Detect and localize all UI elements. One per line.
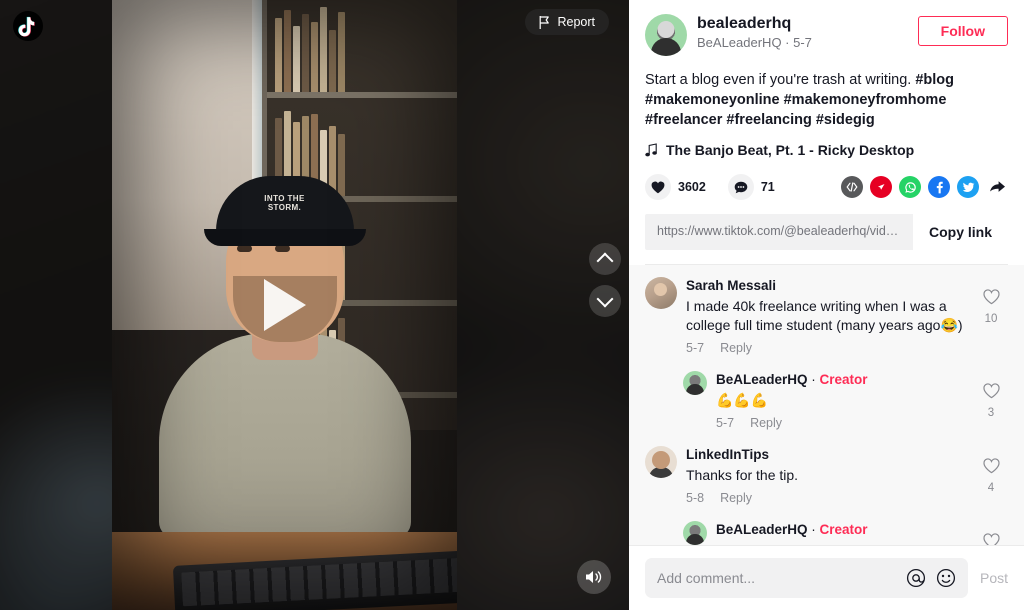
comment-text: 💪💪💪 (716, 392, 769, 408)
reply-button[interactable]: Reply (720, 491, 752, 505)
heart-outline-icon (982, 289, 1000, 305)
post-comment-button[interactable]: Post (980, 570, 1008, 586)
comment-like-count: 3 (987, 407, 995, 419)
reply-button[interactable]: Reply (750, 416, 782, 430)
commenter-avatar[interactable] (645, 446, 677, 478)
author-avatar[interactable] (645, 14, 687, 56)
commenter-avatar[interactable] (645, 277, 677, 309)
avatar-head-shape (657, 21, 675, 38)
twitter-icon[interactable] (957, 176, 979, 198)
comment-stat[interactable]: 71 (727, 174, 775, 200)
comment-item: BeALeaderHQ · Creator 💪💪💪 5-7 Reply 3 (683, 371, 1008, 430)
author-meta: bealeaderhq BeALeaderHQ · 5-7 (697, 14, 910, 51)
commenter-name[interactable]: BeALeaderHQ · Creator (716, 371, 974, 389)
avatar-body-shape (651, 38, 681, 56)
heart-outline-icon (982, 383, 1000, 399)
tiktok-logo-icon[interactable] (12, 10, 44, 42)
creator-badge: Creator (819, 522, 868, 537)
commenter-name-text: BeALeaderHQ (716, 372, 808, 387)
info-pane: bealeaderhq BeALeaderHQ · 5-7 Follow Sta… (629, 0, 1024, 610)
commenter-name[interactable]: LinkedInTips (686, 446, 974, 464)
video-navigation-arrows (589, 243, 621, 317)
comment-like-button[interactable]: 4 (974, 446, 1008, 505)
emoji-icon[interactable] (936, 568, 956, 588)
report-button[interactable]: Report (525, 9, 609, 35)
engagement-bar: 3602 71 (645, 174, 1008, 200)
commenter-name[interactable]: Sarah Messali (686, 277, 974, 295)
commenter-name[interactable]: BeALeaderHQ · Creator (716, 521, 974, 539)
commenter-avatar[interactable] (683, 371, 707, 395)
comment-bubble-icon (727, 174, 754, 200)
comment-meta: 5-7 Reply (716, 416, 974, 430)
comment-like-button[interactable]: 1 (974, 521, 1008, 545)
caption-text: Start a blog even if you're trash at wri… (645, 72, 916, 88)
comment-meta: 5-8 Reply (686, 491, 974, 505)
video-pane: INTO THE STORM. TikTok @bealeaderhq (0, 0, 629, 610)
embed-icon[interactable] (841, 176, 863, 198)
comment-item: Sarah Messali I made 40k freelance writi… (645, 277, 1008, 355)
speaker-icon (586, 571, 602, 583)
comment-input-placeholder[interactable]: Add comment... (657, 570, 896, 586)
comments-list[interactable]: Sarah Messali I made 40k freelance writi… (629, 265, 1024, 545)
comment-like-button[interactable]: 10 (974, 277, 1008, 355)
reply-button[interactable]: Reply (720, 341, 752, 355)
flag-icon (540, 15, 550, 29)
video-link-row: https://www.tiktok.com/@bealeaderhq/vide… (645, 214, 1008, 250)
comment-text: Thanks for the tip. (686, 467, 799, 483)
volume-button[interactable] (577, 560, 611, 594)
comment-date: 5-7 (686, 341, 705, 355)
music-note-icon (645, 143, 657, 157)
commenter-avatar[interactable] (683, 521, 707, 545)
share-arrow-icon[interactable] (986, 176, 1008, 198)
author-row: bealeaderhq BeALeaderHQ · 5-7 Follow (645, 14, 1008, 56)
comment-item: LinkedInTips Thanks for the tip. 5-8 Rep… (645, 446, 1008, 505)
next-video-button[interactable] (589, 285, 621, 317)
tiktok-video-page: INTO THE STORM. TikTok @bealeaderhq (0, 0, 1024, 610)
report-label: Report (557, 15, 595, 29)
at-mention-icon[interactable] (906, 568, 926, 588)
comment-like-count: 10 (984, 313, 998, 325)
video-url-text[interactable]: https://www.tiktok.com/@bealeaderhq/vide… (645, 214, 913, 250)
commenter-name-text: BeALeaderHQ (716, 522, 808, 537)
comment-date: 5-7 (716, 416, 735, 430)
heart-icon (645, 174, 671, 200)
comment-body: Sarah Messali I made 40k freelance writi… (686, 277, 974, 355)
facebook-icon[interactable] (928, 176, 950, 198)
play-button[interactable] (263, 279, 306, 331)
comment-input-wrapper[interactable]: Add comment... (645, 558, 968, 598)
chevron-down-icon (596, 290, 614, 308)
comment-date: 5-8 (686, 491, 705, 505)
comment-like-button[interactable]: 3 (974, 371, 1008, 430)
video-caption: Start a blog even if you're trash at wri… (645, 70, 1008, 130)
comment-body: BeALeaderHQ · Creator 💪💪💪 5-7 Reply (716, 371, 974, 430)
pinterest-share-icon[interactable] (870, 176, 892, 198)
info-header: bealeaderhq BeALeaderHQ · 5-7 Follow Sta… (629, 0, 1024, 265)
author-username[interactable]: bealeaderhq (697, 14, 910, 33)
follow-button[interactable]: Follow (917, 16, 1008, 46)
comment-body: LinkedInTips Thanks for the tip. 5-8 Rep… (686, 446, 974, 505)
previous-video-button[interactable] (589, 243, 621, 275)
comment-item: BeALeaderHQ · Creator You're welcome! 5-… (683, 521, 1008, 545)
like-count: 3602 (678, 180, 706, 194)
creator-badge: Creator (819, 372, 868, 387)
comment-body: BeALeaderHQ · Creator You're welcome! 5-… (716, 521, 974, 545)
music-row[interactable]: The Banjo Beat, Pt. 1 - Ricky Desktop (645, 142, 1008, 158)
heart-outline-icon (982, 458, 1000, 474)
like-stat[interactable]: 3602 (645, 174, 706, 200)
comment-text: I made 40k freelance writing when I was … (686, 298, 963, 333)
whatsapp-icon[interactable] (899, 176, 921, 198)
comment-like-count: 4 (987, 482, 995, 494)
comment-composer: Add comment... Post (629, 545, 1024, 610)
share-icons-row (841, 176, 1008, 198)
comment-meta: 5-7 Reply (686, 341, 974, 355)
chevron-up-icon (596, 252, 614, 270)
author-displayname-date: BeALeaderHQ · 5-7 (697, 35, 812, 50)
heart-outline-icon (982, 533, 1000, 545)
video-player[interactable]: INTO THE STORM. TikTok @bealeaderhq (112, 0, 457, 610)
comment-count: 71 (760, 180, 775, 194)
music-title: The Banjo Beat, Pt. 1 - Ricky Desktop (666, 142, 915, 158)
copy-link-button[interactable]: Copy link (912, 214, 1008, 250)
